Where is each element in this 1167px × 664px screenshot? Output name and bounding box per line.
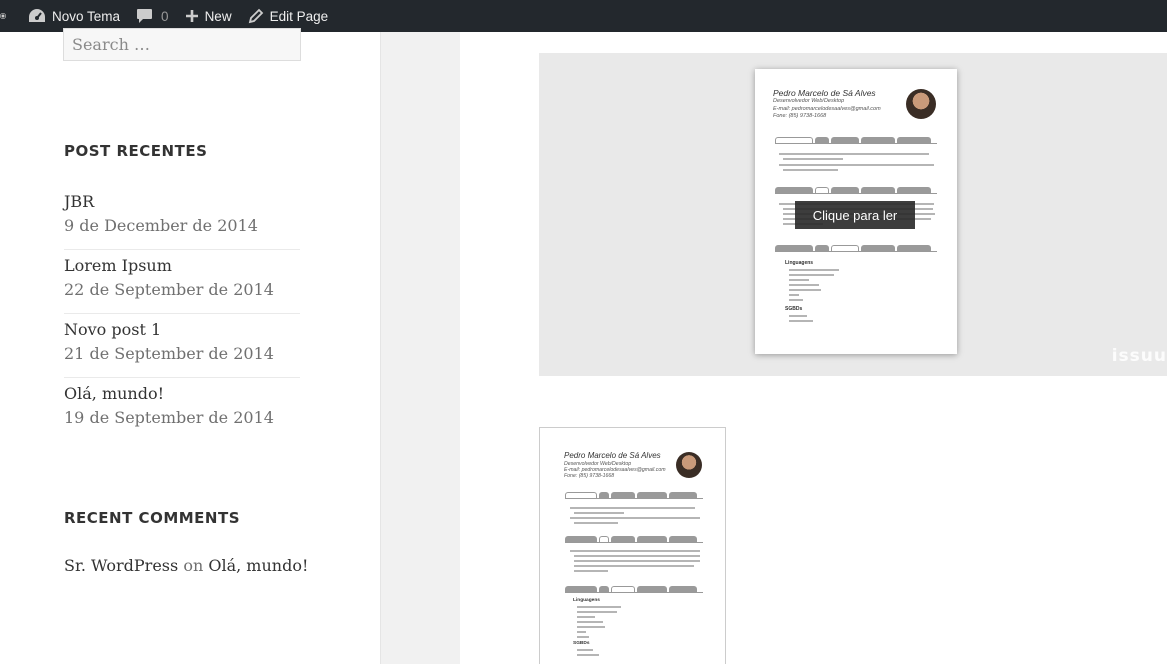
resume-text-line (789, 289, 821, 291)
resume-rule (565, 592, 703, 593)
resume-db-heading: SGBDs (573, 641, 590, 646)
resume-text-line (789, 269, 839, 271)
resume-rule (775, 193, 937, 194)
edit-page-label: Edit Page (269, 8, 329, 24)
dashboard-icon (29, 9, 45, 22)
resume-text-line (570, 507, 695, 509)
issuu-logo: issuu (1111, 346, 1167, 366)
resume-text-line (789, 284, 819, 286)
resume-text-line (570, 517, 700, 519)
post-date: 9 de December de 2014 (64, 216, 258, 235)
resume-text-line (574, 570, 608, 572)
post-link[interactable]: Lorem Ipsum (64, 254, 300, 278)
list-item: JBR 9 de December de 2014 (64, 186, 300, 250)
resume-rule (775, 143, 937, 144)
comment-author-link[interactable]: Sr. WordPress (64, 556, 178, 575)
resume-text-line (574, 560, 700, 562)
resume-text-line (574, 512, 624, 514)
resume-text-line (577, 626, 605, 628)
resume-db-heading: SGBDs (785, 306, 803, 312)
recent-comments-title: RECENT COMMENTS (64, 509, 241, 527)
search-input[interactable] (63, 28, 301, 61)
resume-text-line (789, 279, 809, 281)
resume-text-line (577, 621, 603, 623)
post-date: 22 de September de 2014 (64, 280, 274, 299)
resume-name: Pedro Marcelo de Sá Alves (564, 451, 661, 460)
resume-text-line (577, 616, 595, 618)
list-item: Olá, mundo! 19 de September de 2014 (64, 378, 300, 442)
resume-text-line (783, 158, 843, 160)
post-link[interactable]: Novo post 1 (64, 318, 300, 342)
resume-text-line (577, 649, 593, 651)
list-item: Lorem Ipsum 22 de September de 2014 (64, 250, 300, 314)
resume-text-line (570, 550, 700, 552)
resume-text-line (577, 654, 599, 656)
resume-text-line (574, 522, 618, 524)
issuu-embed[interactable]: Pedro Marcelo de Sá Alves Desenvolvedor … (539, 53, 1167, 376)
post-date: 21 de September de 2014 (64, 344, 274, 363)
main-content: Pedro Marcelo de Sá Alves Desenvolvedor … (460, 32, 1167, 664)
site-name-label: Novo Tema (52, 8, 121, 24)
post-date: 19 de September de 2014 (64, 408, 274, 427)
pencil-icon (248, 8, 263, 24)
resume-text-line (789, 274, 834, 276)
resume-text-line (789, 294, 799, 296)
sidebar: POST RECENTES JBR 9 de December de 2014 … (0, 28, 381, 664)
resume-role: Desenvolvedor Web/Desktop (773, 98, 845, 104)
resume-text-line (577, 631, 586, 633)
post-link[interactable]: Olá, mundo! (64, 382, 300, 406)
resume-text-line (789, 315, 807, 317)
resume-text-line (789, 299, 803, 301)
resume-rule (775, 251, 937, 252)
resume-phone: Fone: (85) 9738-1668 (773, 113, 827, 119)
resume-languages-heading: Linguagens (573, 598, 600, 603)
resume-rule (565, 498, 703, 499)
resume-text-line (574, 555, 700, 557)
new-label: New (204, 8, 232, 24)
recent-posts-list: JBR 9 de December de 2014 Lorem Ipsum 22… (64, 186, 300, 442)
comment-bubble-icon (137, 9, 153, 23)
comments-count: 0 (161, 8, 169, 24)
resume-photo (906, 89, 936, 119)
read-overlay-button[interactable]: Clique para ler (795, 201, 915, 229)
resume-photo (676, 452, 702, 478)
resume-thumbnail[interactable]: Pedro Marcelo de Sá Alves Desenvolvedor … (539, 427, 726, 664)
comment-post-link[interactable]: Olá, mundo! (208, 556, 308, 575)
resume-text-line (789, 320, 813, 322)
recent-posts-title: POST RECENTES (64, 142, 208, 160)
list-item: Novo post 1 21 de September de 2014 (64, 314, 300, 378)
resume-text-line (574, 565, 694, 567)
resume-text-line (779, 164, 934, 166)
resume-text-line (577, 611, 617, 613)
resume-languages-heading: Linguagens (785, 260, 814, 266)
resume-phone: Fone: (85) 9738-1668 (564, 473, 615, 479)
post-link[interactable]: JBR (64, 190, 300, 214)
resume-text-line (779, 153, 929, 155)
resume-text-line (783, 169, 838, 171)
plus-icon (185, 10, 198, 22)
resume-email: E-mail: pedromarcelodesaalves@gmail.com (773, 106, 881, 112)
resume-text-line (577, 636, 589, 638)
resume-name: Pedro Marcelo de Sá Alves (773, 88, 876, 98)
recent-comment: Sr. WordPress on Olá, mundo! (64, 556, 308, 575)
wordpress-logo-icon[interactable] (0, 0, 20, 32)
comment-on-text: on (183, 556, 204, 575)
resume-rule (565, 542, 703, 543)
resume-text-line (577, 606, 621, 608)
